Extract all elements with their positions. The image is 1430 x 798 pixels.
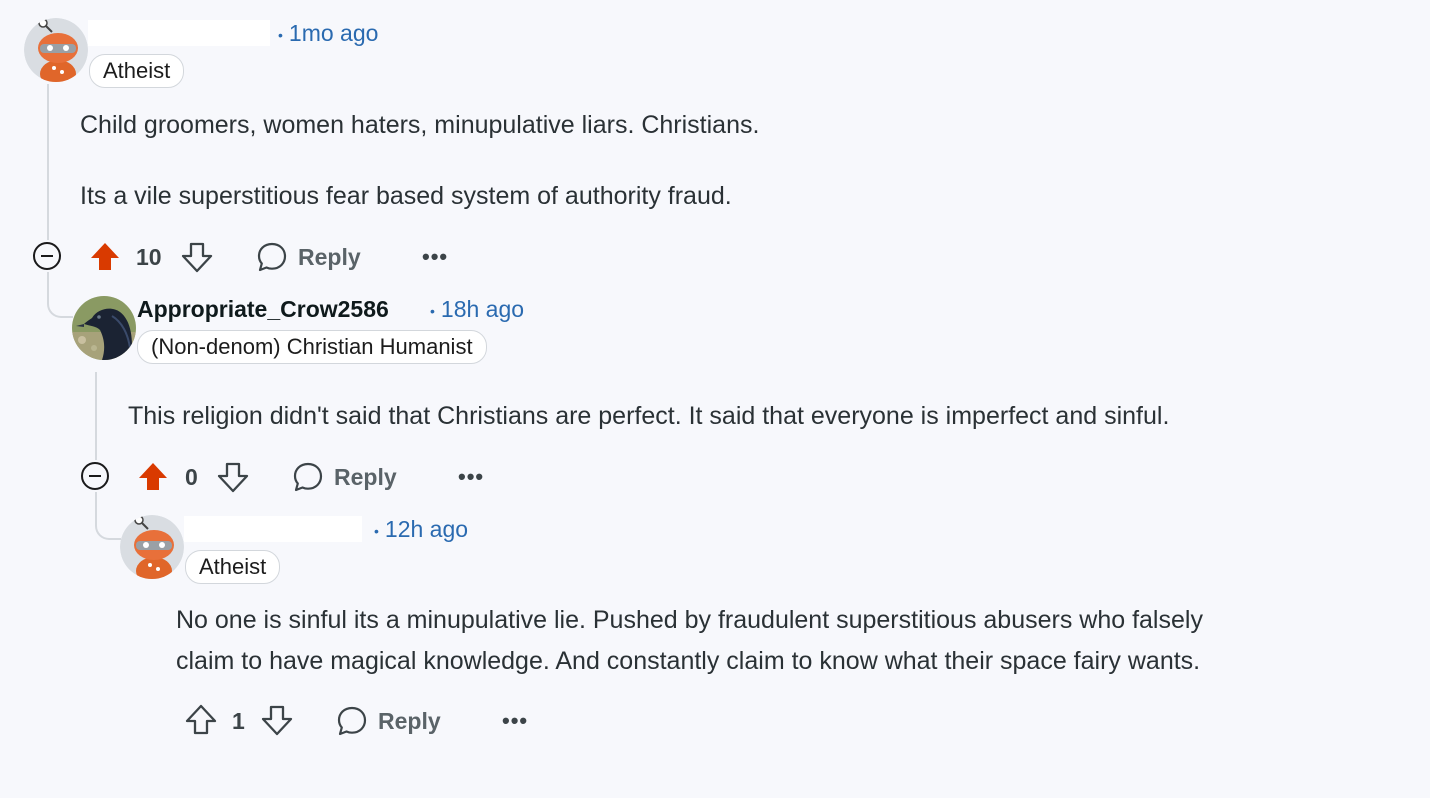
thread-curve-2 xyxy=(95,514,121,540)
redacted-username xyxy=(88,20,270,46)
thread-curve-1 xyxy=(47,296,73,318)
downvote-icon[interactable] xyxy=(180,240,214,274)
more-icon[interactable]: ••• xyxy=(458,464,484,490)
crow-avatar-icon[interactable] xyxy=(72,296,136,360)
upvote-icon[interactable] xyxy=(136,460,170,494)
vote-score: 10 xyxy=(136,244,162,270)
user-flair: (Non-denom) Christian Humanist xyxy=(137,330,487,364)
timestamp[interactable]: • 12h ago xyxy=(374,516,468,543)
timestamp-text: 1mo ago xyxy=(288,20,379,46)
timestamp[interactable]: • 18h ago xyxy=(430,296,524,323)
downvote-icon[interactable] xyxy=(260,703,294,737)
vote-score: 1 xyxy=(232,708,245,734)
comment-body-line: Child groomers, women haters, minupulati… xyxy=(80,111,760,139)
comment-body-line: claim to have magical knowledge. And con… xyxy=(176,647,1201,675)
reply-label: Reply xyxy=(334,463,397,490)
more-icon[interactable]: ••• xyxy=(422,244,448,270)
timestamp-text: 12h ago xyxy=(384,516,469,542)
user-flair: Atheist xyxy=(89,54,185,88)
reply-button[interactable]: Reply xyxy=(292,457,397,497)
reply-label: Reply xyxy=(298,243,361,270)
snoo-avatar-icon[interactable] xyxy=(24,18,88,82)
redacted-username xyxy=(184,516,362,542)
collapse-icon[interactable] xyxy=(33,242,61,270)
reply-bubble-icon xyxy=(337,706,367,736)
comment-body-line: Its a vile superstitious fear based syst… xyxy=(80,182,732,210)
meta-dot: • xyxy=(430,302,435,319)
upvote-icon[interactable] xyxy=(88,240,122,274)
comment-body-line: This religion didn't said that Christian… xyxy=(128,402,1170,430)
thread-line-2[interactable] xyxy=(95,372,97,460)
comment-body-line: No one is sinful its a minupulative lie.… xyxy=(176,606,1203,634)
vote-score: 0 xyxy=(185,464,198,490)
downvote-icon[interactable] xyxy=(216,460,250,494)
collapse-icon[interactable] xyxy=(81,462,109,490)
user-flair: Atheist xyxy=(185,550,281,584)
thread-line-1[interactable] xyxy=(47,84,49,240)
timestamp-text: 18h ago xyxy=(440,296,525,322)
reply-button[interactable]: Reply xyxy=(256,237,361,277)
thread-line-1b[interactable] xyxy=(47,272,49,298)
username[interactable]: Appropriate_Crow2586 xyxy=(137,296,389,323)
snoo-avatar-icon[interactable] xyxy=(120,515,184,579)
upvote-icon[interactable] xyxy=(184,703,218,737)
reply-bubble-icon xyxy=(257,242,287,272)
thread-line-2b[interactable] xyxy=(95,492,97,516)
meta-dot: • xyxy=(278,26,283,43)
more-icon[interactable]: ••• xyxy=(502,708,528,734)
timestamp[interactable]: • 1mo ago xyxy=(278,20,378,47)
reply-button[interactable]: Reply xyxy=(336,701,441,741)
meta-dot: • xyxy=(374,522,379,539)
reply-label: Reply xyxy=(378,707,441,734)
reply-bubble-icon xyxy=(293,462,323,492)
